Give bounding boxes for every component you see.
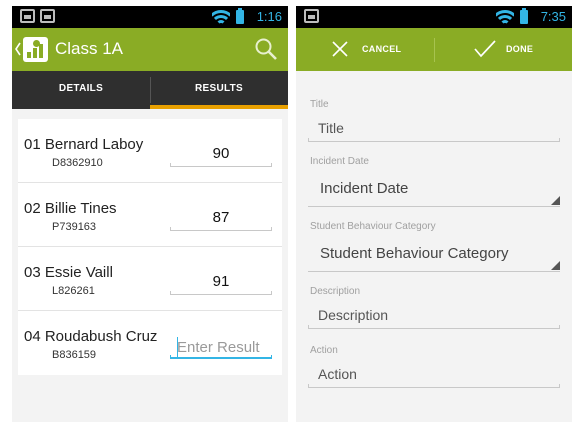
result-value: 91 — [212, 273, 230, 290]
result-input[interactable]: Enter Result — [170, 333, 272, 359]
tab-divider — [150, 77, 151, 103]
student-id: B836159 — [52, 349, 97, 361]
category-hint: Student Behaviour Category — [320, 245, 509, 262]
result-placeholder: Enter Result — [177, 339, 260, 356]
result-input[interactable]: 90 — [170, 141, 272, 167]
status-bar: 1:16 — [12, 6, 288, 28]
action-divider — [434, 38, 435, 62]
app-logo-icon[interactable] — [23, 37, 48, 62]
page-title: Class 1A — [55, 39, 124, 58]
incident-date-hint: Incident Date — [320, 180, 409, 197]
results-list: 01 Bernard Laboy D8362910 90 02 Billie T… — [18, 119, 282, 375]
tab-bar: DETAILS RESULTS — [12, 71, 288, 109]
category-select[interactable]: Student Behaviour Category — [308, 236, 560, 272]
description-field[interactable]: Description — [308, 301, 560, 329]
back-caret-icon[interactable] — [14, 42, 22, 56]
title-label: Title — [310, 99, 329, 110]
student-name: 04 Roudabush Cruz — [24, 328, 158, 345]
image-icon — [304, 9, 319, 23]
result-input[interactable]: 87 — [170, 205, 272, 231]
dropdown-corner-icon — [551, 261, 560, 270]
action-label: Action — [310, 345, 338, 356]
incident-form-screen: 7:35 CANCEL DONE Title Title Incident Da… — [296, 6, 572, 422]
battery-icon — [520, 8, 528, 24]
results-screen: 1:16 Class 1A DETAILS RESULTS 01 Bernard… — [12, 6, 288, 422]
action-bar: Class 1A — [12, 28, 288, 71]
category-label: Student Behaviour Category — [310, 221, 436, 232]
wifi-icon — [212, 8, 230, 26]
student-id: D8362910 — [52, 157, 103, 169]
cancel-label: CANCEL — [362, 44, 402, 54]
check-icon — [474, 40, 496, 58]
incident-date-label: Incident Date — [310, 156, 369, 167]
result-value: 87 — [212, 209, 230, 226]
student-name: 03 Essie Vaill — [24, 264, 113, 281]
incident-form: Title Title Incident Date Incident Date … — [296, 71, 572, 388]
student-id: L826261 — [52, 285, 95, 297]
status-time: 1:16 — [256, 9, 282, 24]
done-label: DONE — [506, 44, 534, 54]
action-hint: Action — [318, 366, 357, 382]
result-value: 90 — [212, 145, 230, 162]
list-item: 01 Bernard Laboy D8362910 90 — [18, 119, 282, 183]
search-icon[interactable] — [254, 37, 278, 61]
action-bar: CANCEL DONE — [296, 28, 572, 71]
result-input[interactable]: 91 — [170, 269, 272, 295]
close-icon — [332, 41, 348, 57]
image-icon — [40, 9, 55, 23]
description-label: Description — [310, 286, 361, 297]
title-hint: Title — [318, 120, 344, 136]
list-item: 04 Roudabush Cruz B836159 Enter Result — [18, 311, 282, 375]
status-bar: 7:35 — [296, 6, 572, 28]
tab-results[interactable]: RESULTS — [150, 71, 288, 109]
student-name: 02 Billie Tines — [24, 200, 117, 217]
incident-date-picker[interactable]: Incident Date — [308, 171, 560, 207]
description-hint: Description — [318, 307, 389, 323]
status-time: 7:35 — [540, 9, 566, 24]
battery-icon — [236, 8, 244, 24]
student-id: P739163 — [52, 221, 97, 233]
dropdown-corner-icon — [551, 196, 560, 205]
done-button[interactable]: DONE — [474, 28, 564, 71]
list-item: 03 Essie Vaill L826261 91 — [18, 247, 282, 311]
student-name: 01 Bernard Laboy — [24, 136, 144, 153]
title-field[interactable]: Title — [308, 114, 560, 142]
action-field[interactable]: Action — [308, 360, 560, 388]
list-item: 02 Billie Tines P739163 87 — [18, 183, 282, 247]
image-icon — [20, 9, 35, 23]
cancel-button[interactable]: CANCEL — [332, 28, 432, 71]
tab-details[interactable]: DETAILS — [12, 71, 150, 109]
wifi-icon — [496, 8, 514, 26]
